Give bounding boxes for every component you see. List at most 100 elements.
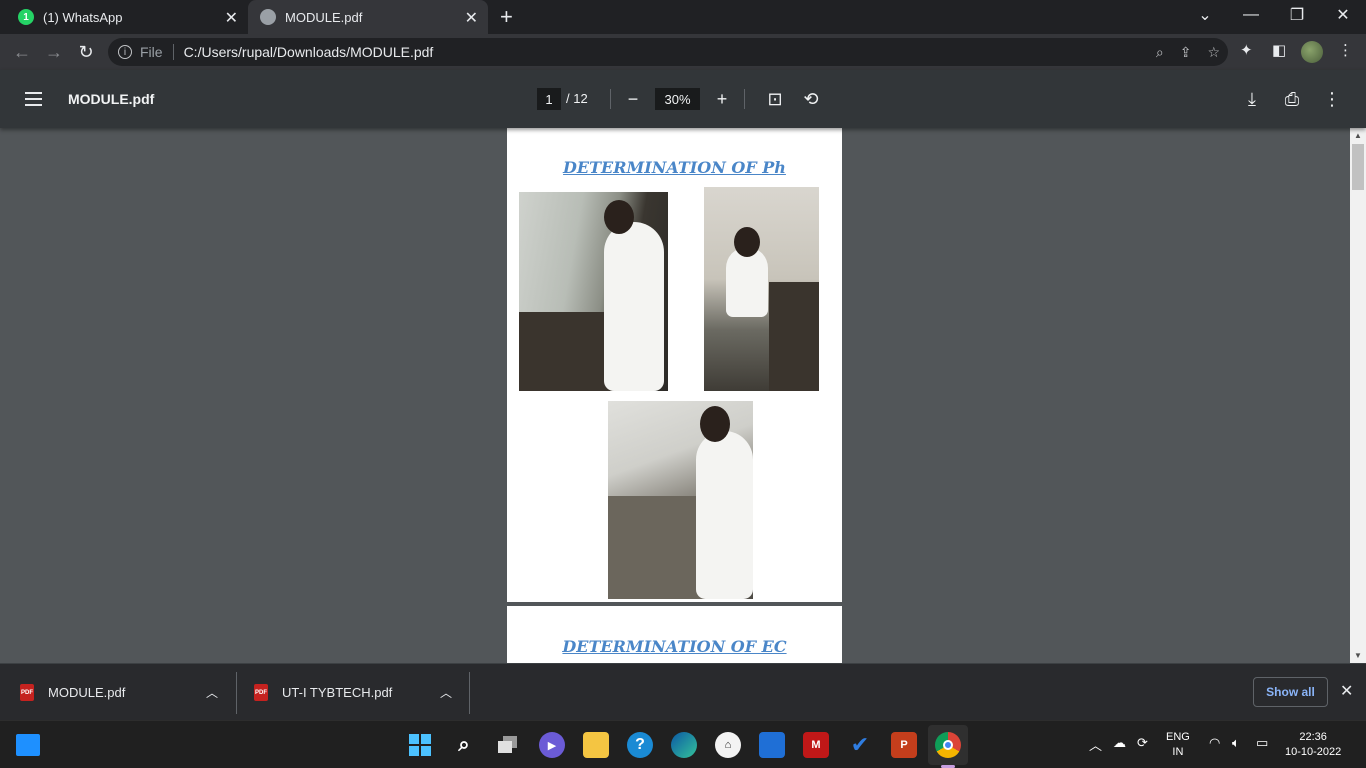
page-heading: DETERMINATION OF EC [562,637,787,656]
onedrive-icon[interactable]: ☁ [1113,735,1126,751]
new-tab-button[interactable]: + [500,4,513,30]
zoom-input[interactable]: 30% [655,88,700,110]
pdf-file-icon: PDF [20,684,34,701]
whatsapp-icon: 1 [18,9,34,25]
chevron-up-icon[interactable]: ︿ [1089,735,1102,754]
reload-button[interactable]: ↻ [73,40,99,64]
date-text: 10-10-2022 [1285,746,1342,758]
rotate-icon[interactable]: ⟲ [799,87,823,111]
download-filename: UT-I TYBTECH.pdf [282,685,393,700]
menu-icon[interactable] [25,92,42,106]
volume-icon[interactable]: 🔈︎ [1232,735,1240,751]
page-number-input[interactable]: 1 [537,88,561,110]
wifi-icon[interactable]: ◠ [1209,735,1220,751]
task-view-icon[interactable] [495,732,521,758]
more-actions-icon[interactable]: ⋮ [1320,87,1344,111]
lang-code: ENG [1166,731,1190,743]
back-button[interactable]: ← [9,40,35,64]
pdf-toolbar: MODULE.pdf 1 / 12 − 30% + ⊡ ⟲ ⤓ ⎙ ⋮ [0,70,1366,128]
tab-title: (1) WhatsApp [43,9,123,25]
pdf-page-1: DETERMINATION OF Ph [507,128,842,602]
scroll-up-arrow-icon[interactable]: ▲ [1354,131,1362,140]
show-all-button[interactable]: Show all [1253,677,1328,707]
url-text[interactable]: C:/Users/rupal/Downloads/MODULE.pdf [184,44,434,60]
todo-icon[interactable]: ✔ [847,732,873,758]
chevron-up-icon[interactable]: ︿ [206,684,218,701]
edge-icon[interactable] [671,732,697,758]
widgets-icon[interactable] [16,734,40,756]
download-filename: MODULE.pdf [48,685,126,700]
tab-whatsapp[interactable]: 1 (1) WhatsApp ✕ [0,0,248,34]
lab-coat-shape [726,247,768,317]
powerpoint-icon[interactable]: P [891,732,917,758]
divider [172,44,174,60]
battery-icon[interactable]: ▭ [1256,735,1268,751]
start-icon[interactable] [407,732,433,758]
pdf-viewer[interactable]: DETERMINATION OF Ph DETERMINATION OF EC [0,128,1350,663]
zoom-icon[interactable]: ⌕ [1156,44,1164,61]
search-icon[interactable]: ⌕ [451,732,477,758]
vertical-scrollbar[interactable]: ▲ ▼ [1350,128,1366,663]
print-icon[interactable]: ⎙ [1280,87,1304,111]
tab-title: MODULE.pdf [285,9,363,25]
chrome-icon[interactable] [935,732,961,758]
scheme-label: File [140,44,163,60]
extensions-icon[interactable]: ✦ [1240,41,1253,59]
file-explorer-icon[interactable] [583,732,609,758]
download-icon[interactable]: ⤓ [1240,87,1264,111]
address-bar[interactable]: i File C:/Users/rupal/Downloads/MODULE.p… [108,38,1228,66]
pdf-file-icon: PDF [254,684,268,701]
close-tab-icon[interactable]: ✕ [465,8,478,28]
close-window-button[interactable]: ✕ [1320,0,1366,30]
browser-toolbar: ← → ↻ i File C:/Users/rupal/Downloads/MO… [0,34,1366,70]
menu-kebab-icon[interactable]: ⋮ [1338,41,1353,59]
scroll-thumb[interactable] [1352,144,1364,190]
zoom-out-button[interactable]: − [621,87,645,111]
lab-coat-shape [696,431,753,599]
download-item[interactable]: PDF UT-I TYBTECH.pdf ︿ [254,664,464,721]
lab-coat-shape [604,222,664,391]
taskbar: ⌕ ▶ ? ⌂ M ✔ P ︿ ☁ ⟳ ENG IN ◠ 🔈︎ ▭ 22:36 … [0,720,1366,768]
hair-shape [734,227,760,257]
scroll-down-arrow-icon[interactable]: ▼ [1354,651,1362,660]
divider [236,672,237,714]
tab-search-icon[interactable]: ⌄ [1182,0,1228,30]
close-tab-icon[interactable]: ✕ [225,8,238,28]
info-icon[interactable]: i [118,45,132,59]
chat-icon[interactable]: ▶ [539,732,565,758]
profile-avatar[interactable] [1301,41,1323,63]
globe-icon [260,9,276,25]
download-shelf: PDF MODULE.pdf ︿ PDF UT-I TYBTECH.pdf ︿ … [0,663,1366,720]
tab-module-pdf[interactable]: MODULE.pdf ✕ [248,0,488,34]
minimize-button[interactable]: — [1228,0,1274,30]
language-indicator[interactable]: ENG IN [1166,730,1190,760]
pdf-page-2: DETERMINATION OF EC [507,606,842,663]
bench-shape [769,282,819,391]
forward-button[interactable]: → [41,40,67,64]
clock[interactable]: 22:36 10-10-2022 [1285,730,1341,760]
lens-icon[interactable]: ⌂ [715,732,741,758]
store-icon[interactable] [759,732,785,758]
share-icon[interactable]: ⇪ [1180,44,1192,61]
bench-shape [608,496,708,599]
page-heading: DETERMINATION OF Ph [563,158,786,177]
page-total: / 12 [566,91,588,106]
lab-photo-weighing [608,401,753,599]
side-panel-icon[interactable]: ◧ [1272,41,1286,59]
tips-icon[interactable]: ? [627,732,653,758]
tab-strip: 1 (1) WhatsApp ✕ MODULE.pdf ✕ + ⌄ — ❐ ✕ [0,0,1366,34]
bookmark-star-icon[interactable]: ☆ [1207,44,1220,61]
sync-icon[interactable]: ⟳ [1137,735,1148,751]
close-shelf-icon[interactable]: ✕ [1340,681,1353,701]
zoom-in-button[interactable]: + [710,87,734,111]
hair-shape [700,406,730,442]
restore-button[interactable]: ❐ [1274,0,1320,30]
download-item[interactable]: PDF MODULE.pdf ︿ [20,664,230,721]
chevron-up-icon[interactable]: ︿ [440,684,452,701]
hair-shape [604,200,634,234]
mcafee-icon[interactable]: M [803,732,829,758]
pdf-title: MODULE.pdf [68,91,155,107]
divider [610,89,611,109]
fit-page-icon[interactable]: ⊡ [763,87,787,111]
divider [744,89,745,109]
